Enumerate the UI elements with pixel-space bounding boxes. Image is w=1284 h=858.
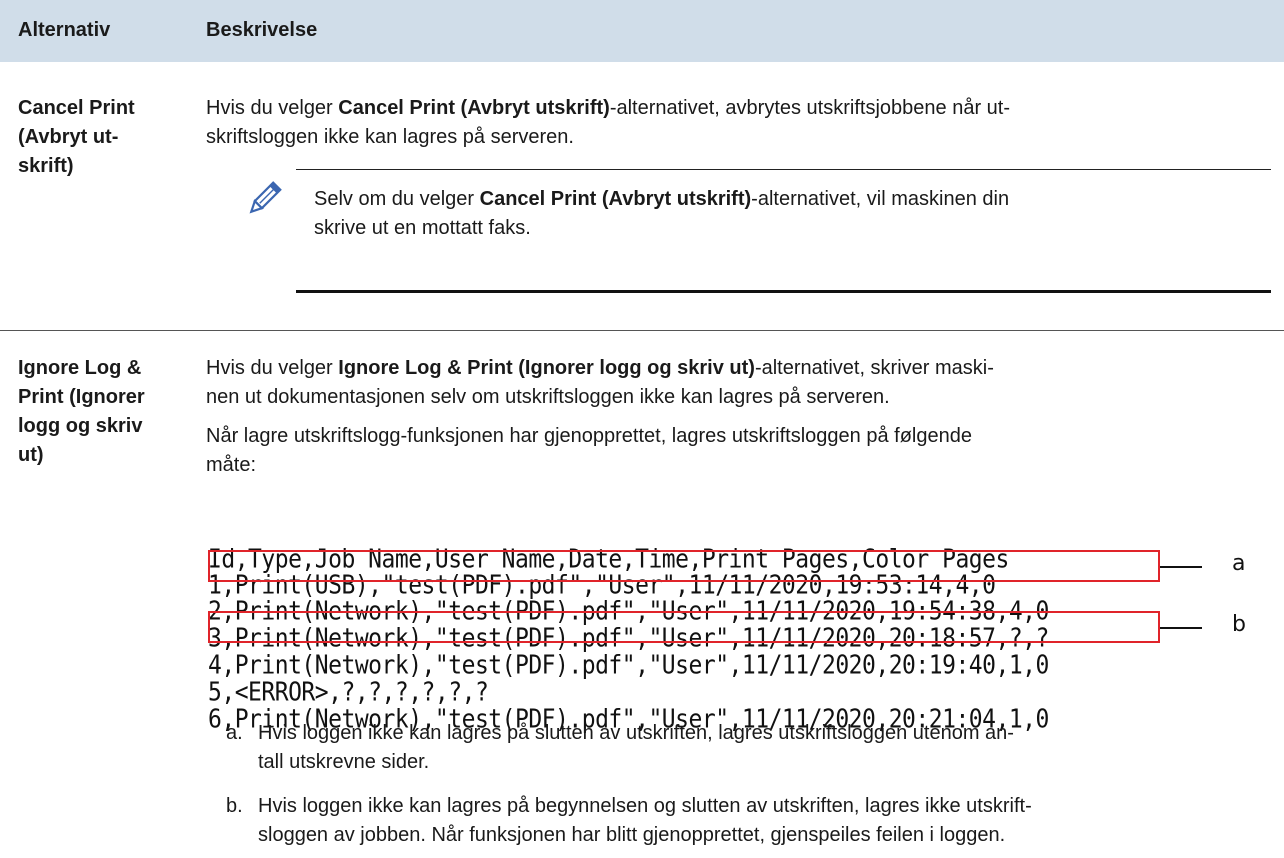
row2-option-line: Print (Ignorer (18, 386, 145, 408)
highlight-box-a (208, 550, 1160, 582)
list-item-label: b. (226, 795, 243, 817)
option-name-bold: Ignore Log & Print (Ignorer logg og skri… (338, 357, 755, 379)
list-item-line: Hvis loggen ikke kan lagres på begynnels… (258, 795, 1032, 817)
note-text: Selv om du velger Cancel Print (Avbryt u… (314, 185, 1244, 243)
callout-leader-b (1160, 627, 1202, 629)
row1-desc-line2: skriftsloggen ikke kan lagres på servere… (206, 126, 574, 148)
row2-desc-line1: Hvis du velger Ignore Log & Print (Ignor… (206, 357, 994, 379)
row1-description: Hvis du velger Cancel Print (Avbryt utsk… (206, 94, 1266, 152)
row1-desc-line1: Hvis du velger Cancel Print (Avbryt utsk… (206, 97, 1010, 119)
column-header-beskrivelse: Beskrivelse (206, 19, 318, 41)
row-separator (0, 330, 1284, 331)
note-top-rule (296, 169, 1271, 170)
log-line: 4,Print(Network),"test(PDF).pdf","User",… (208, 651, 1049, 681)
note-line1: Selv om du velger Cancel Print (Avbryt u… (314, 188, 1010, 210)
list-item-text: Hvis loggen ikke kan lagres på slutten a… (258, 719, 1268, 777)
note-bottom-rule (296, 290, 1271, 293)
row2-option-line: ut) (18, 444, 44, 466)
row1-option: Cancel Print (Avbryt ut- skrift) (18, 94, 190, 181)
highlight-box-b (208, 611, 1160, 643)
list-item-label: a. (226, 722, 243, 744)
list-item-line: sloggen av jobben. Når funksjonen har bl… (258, 824, 1006, 846)
callout-label-b: b (1232, 612, 1246, 637)
option-name-bold: Cancel Print (Avbryt utskrift) (338, 97, 610, 119)
row2-option-line: logg og skriv (18, 415, 143, 437)
row2-desc-line2: nen ut dokumentasjonen selv om utskrifts… (206, 386, 890, 408)
row2-option-line: Ignore Log & (18, 357, 142, 379)
option-name-bold: Cancel Print (Avbryt utskrift) (479, 188, 752, 210)
row2-desc-line4: måte: (206, 454, 257, 476)
list-item-line: tall utskrevne sider. (258, 751, 430, 773)
list-item-line: Hvis loggen ikke kan lagres på slutten a… (258, 722, 1014, 744)
column-header-alternativ: Alternativ (18, 19, 111, 41)
note-line2: skrive ut en mottatt faks. (314, 217, 531, 239)
log-line: 5,<ERROR>,?,?,?,?,?,? (208, 678, 489, 708)
callout-label-a: a (1232, 551, 1246, 576)
row2-option: Ignore Log & Print (Ignorer logg og skri… (18, 354, 190, 470)
row1-option-line: skrift) (18, 155, 74, 177)
note-box: Selv om du velger Cancel Print (Avbryt u… (240, 169, 1275, 293)
row1-option-line: Cancel Print (18, 97, 135, 119)
row2-description: Hvis du velger Ignore Log & Print (Ignor… (206, 354, 1266, 480)
row1-option-line: (Avbryt ut- (18, 126, 119, 148)
list-item-text: Hvis loggen ikke kan lagres på begynnels… (258, 792, 1268, 850)
table-header: Alternativ Beskrivelse (0, 0, 1284, 62)
callout-leader-a (1160, 566, 1202, 568)
row2-desc-line3: Når lagre utskriftslogg-funksjonen har g… (206, 425, 972, 447)
pencil-note-icon (249, 181, 282, 214)
